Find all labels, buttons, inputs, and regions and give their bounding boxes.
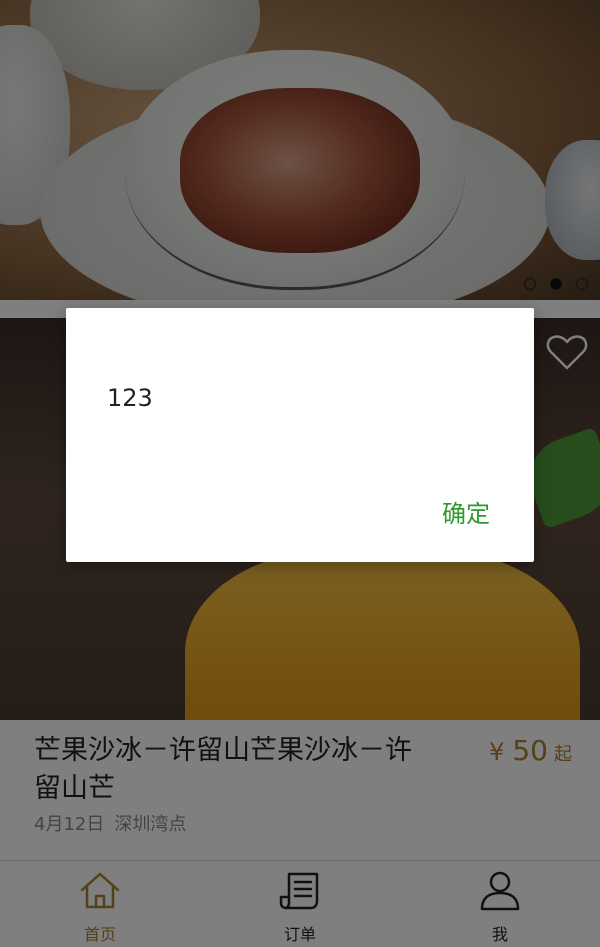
confirm-button[interactable]: 确定 (442, 494, 490, 529)
alert-dialog: 123 确定 (66, 308, 534, 562)
dialog-message: 123 (107, 384, 153, 412)
